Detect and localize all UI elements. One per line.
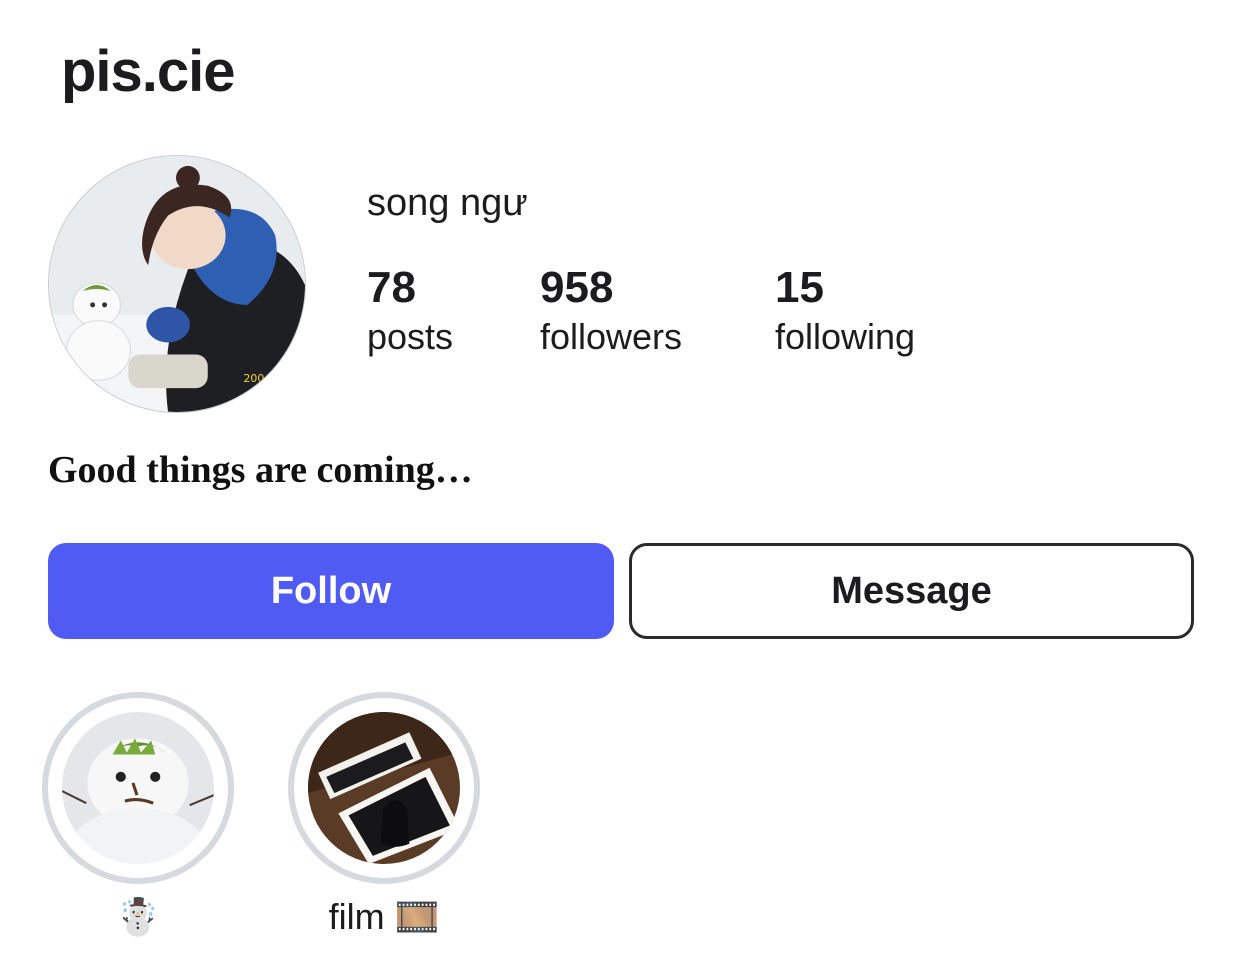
highlight-caption: ☃️ bbox=[115, 896, 161, 937]
stat-posts[interactable]: 78 posts bbox=[367, 262, 453, 360]
stat-followers[interactable]: 958 followers bbox=[540, 262, 682, 360]
message-button[interactable]: Message bbox=[629, 543, 1194, 639]
stat-posts-count: 78 bbox=[367, 263, 416, 312]
avatar-date-stamp: 200 bbox=[243, 372, 264, 385]
profile-display-name: song ngư bbox=[367, 182, 528, 224]
stat-posts-label: posts bbox=[367, 316, 454, 357]
stat-following-label: following bbox=[775, 316, 916, 357]
highlight-snowman[interactable]: ☃️ bbox=[42, 692, 234, 940]
profile-avatar[interactable]: 200 bbox=[48, 155, 306, 413]
follow-button[interactable]: Follow bbox=[48, 543, 614, 639]
highlight-ring bbox=[42, 692, 234, 884]
avatar-photo: 200 bbox=[49, 156, 305, 412]
stat-following[interactable]: 15 following bbox=[775, 262, 915, 360]
stat-followers-label: followers bbox=[540, 316, 683, 357]
highlight-ring bbox=[288, 692, 480, 884]
stat-following-count: 15 bbox=[775, 263, 824, 312]
profile-bio: Good things are coming… bbox=[48, 449, 473, 491]
highlight-film[interactable]: film 🎞️ bbox=[288, 692, 480, 940]
profile-username: pis.cie bbox=[61, 39, 236, 104]
stat-followers-count: 958 bbox=[540, 263, 614, 312]
highlight-caption: film 🎞️ bbox=[328, 896, 440, 937]
snowman-icon bbox=[62, 712, 214, 864]
film-photo-icon bbox=[308, 712, 460, 864]
